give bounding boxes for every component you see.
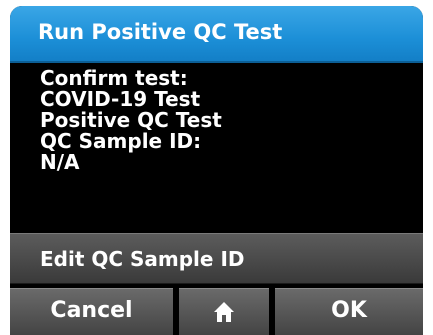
edit-qc-sample-id-button[interactable]: Edit QC Sample ID bbox=[10, 233, 423, 284]
qc-sample-id-value: N/A bbox=[40, 150, 80, 174]
ok-button[interactable]: OK bbox=[275, 288, 423, 335]
screen: Run Positive QC Test Confirm test: COVID… bbox=[10, 6, 423, 335]
device-frame: Run Positive QC Test Confirm test: COVID… bbox=[0, 0, 433, 335]
cancel-label: Cancel bbox=[50, 298, 133, 323]
cancel-button[interactable]: Cancel bbox=[10, 288, 173, 335]
qc-sample-id-label: QC Sample ID: bbox=[40, 129, 202, 153]
home-icon bbox=[213, 295, 235, 322]
ok-label: OK bbox=[331, 298, 367, 323]
confirm-test-label: Confirm test: bbox=[40, 66, 188, 90]
home-button[interactable] bbox=[179, 288, 269, 335]
page-title: Run Positive QC Test bbox=[38, 20, 283, 44]
qc-test-type: Positive QC Test bbox=[40, 108, 222, 132]
confirmation-text: Confirm test: COVID-19 Test Positive QC … bbox=[40, 68, 222, 173]
title-bar: Run Positive QC Test bbox=[10, 6, 423, 63]
test-name: COVID-19 Test bbox=[40, 87, 201, 111]
edit-qc-sample-id-label: Edit QC Sample ID bbox=[40, 247, 245, 271]
